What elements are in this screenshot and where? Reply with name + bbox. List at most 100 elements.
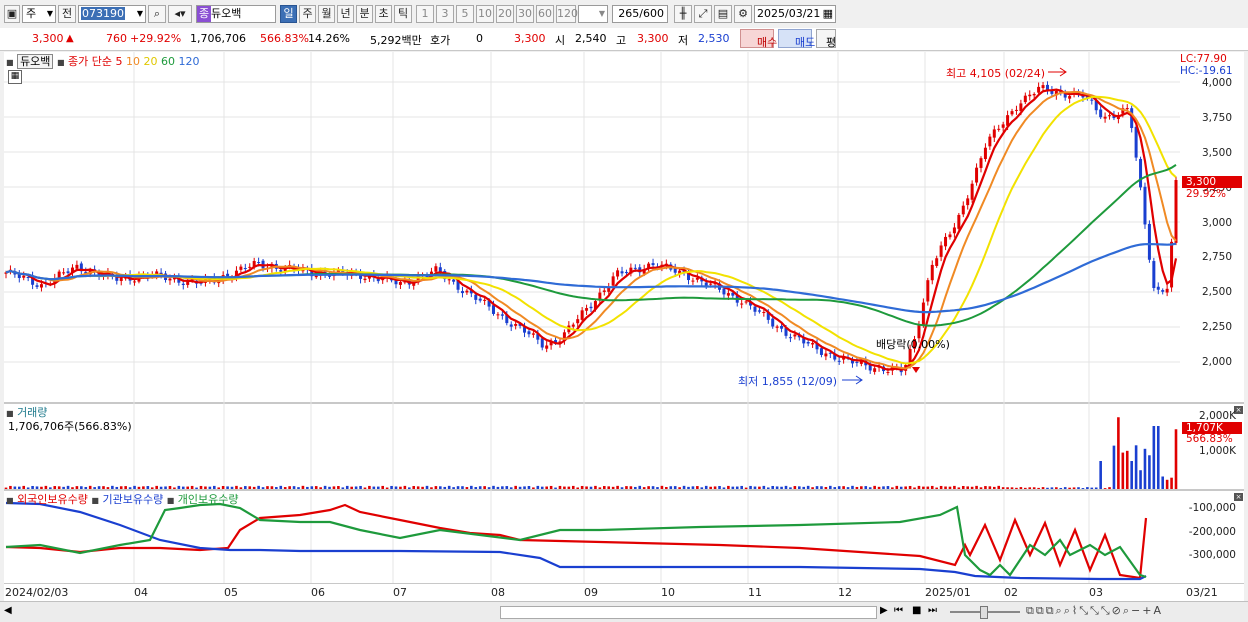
legend-ma60[interactable]: 60 (161, 55, 175, 68)
volume-bar (270, 486, 274, 489)
candle-body (119, 277, 123, 281)
volume-bar (407, 487, 411, 489)
scroll-thumb[interactable] (500, 606, 877, 619)
candle-body (26, 277, 30, 279)
high-annotation: 최고 4,105 (02/24) (946, 67, 1046, 80)
volume-bar (49, 487, 52, 489)
legend-stock-name[interactable]: 듀오백 (17, 54, 54, 69)
volume-bar (425, 485, 429, 489)
volume-bar (762, 485, 766, 489)
candle-body (248, 266, 252, 268)
candle-body (168, 278, 172, 281)
volume-bar (57, 486, 61, 489)
candle-body (1028, 94, 1032, 97)
volume-bar (1134, 445, 1138, 489)
volume-bar (244, 486, 247, 489)
legend-ma20[interactable]: 20 (143, 55, 157, 68)
volume-bar (567, 486, 571, 489)
volume-bar (1152, 426, 1156, 489)
low-annotation: 최저 1,855 (12/09) (738, 375, 838, 388)
candle-body (509, 324, 513, 327)
legend-individual[interactable]: 개인보유수량 (178, 493, 239, 506)
volume-bar (660, 485, 664, 489)
volume-bar (88, 485, 92, 489)
scroll-right-icon[interactable]: ▶ (880, 605, 888, 616)
zoom-slider-thumb[interactable] (980, 606, 988, 619)
table-toggle-icon[interactable]: ▦ (8, 70, 22, 84)
volume-bar (979, 487, 983, 489)
candle-body (780, 325, 784, 329)
legend-institution[interactable]: 기관보유수량 (102, 493, 163, 506)
scroll-left-icon[interactable]: ◀ (4, 605, 12, 616)
candle-body (1134, 126, 1138, 158)
volume-bar (1143, 448, 1147, 489)
volume-bar (394, 486, 398, 489)
candle-body (886, 371, 890, 373)
volume-bar (713, 486, 717, 489)
dividend-marker (912, 367, 920, 373)
candle-body (1014, 109, 1018, 111)
candle-body (1139, 158, 1143, 188)
legend-bullet-icon: ■ (91, 496, 99, 505)
volume-bar (111, 485, 114, 489)
volume-bar (1068, 487, 1071, 489)
candle-body (624, 271, 628, 273)
candle-body (1023, 95, 1027, 103)
lc-readout: LC:77.90 (1180, 53, 1227, 65)
candle-body (952, 227, 956, 234)
volume-bar (150, 487, 154, 489)
candle-body (1147, 223, 1151, 260)
volume-bar (1165, 479, 1169, 489)
volume-bar (744, 487, 748, 489)
candle-body (970, 183, 974, 200)
volume-bar (988, 486, 992, 489)
fast-forward-icon[interactable]: ⏭ (928, 605, 937, 616)
volume-bar (155, 485, 158, 489)
legend-ma-type[interactable]: 종가 단순 (68, 55, 112, 68)
legend-ma120[interactable]: 120 (178, 55, 199, 68)
legend-bullet-icon: ■ (166, 496, 175, 505)
volume-bar (815, 486, 819, 489)
rewind-icon[interactable]: ⏮ (894, 605, 903, 616)
close-icon[interactable]: × (1234, 493, 1243, 501)
volume-bar (1148, 455, 1151, 489)
candle-body (983, 147, 987, 160)
candle-body (589, 306, 593, 309)
y-tick: -200,000 (1188, 526, 1236, 538)
candle-body (580, 310, 584, 320)
candle-body (997, 128, 1001, 130)
volume-bar (554, 487, 557, 489)
volume-bar (864, 486, 868, 489)
candle-body (66, 271, 70, 274)
candle-body (75, 264, 79, 269)
chart-tools-icons[interactable]: ⧉⧉⧉⌕⌕⌇⤡⤡⤡⊘⌕−+A (1026, 604, 1163, 618)
volume-bar (40, 486, 43, 489)
volume-bar (337, 486, 340, 489)
stop-icon[interactable]: ■ (912, 605, 921, 616)
volume-bar (465, 487, 469, 489)
y-tick: 2,500 (1201, 286, 1232, 298)
volume-bar (580, 485, 584, 489)
volume-bar (855, 486, 859, 489)
volume-bar (1170, 477, 1173, 489)
current-pct-tag: 29.92% (1186, 188, 1227, 200)
volume-bar (656, 487, 659, 489)
bottom-scrollbar[interactable]: ◀ ▶ ⏮ ■ ⏭ ⧉⧉⧉⌕⌕⌇⤡⤡⤡⊘⌕−+A (0, 601, 1248, 622)
volume-bar (784, 485, 788, 489)
volume-bar (416, 486, 420, 489)
volume-bar (275, 487, 278, 489)
volume-bar (26, 487, 30, 489)
volume-bar (492, 485, 495, 489)
chart-canvas[interactable] (0, 0, 1248, 621)
volume-bar (137, 486, 141, 489)
candle-body (1125, 108, 1129, 110)
legend-foreign[interactable]: 외국인보유수량 (17, 493, 88, 506)
volume-bar (22, 485, 26, 489)
legend-ma10[interactable]: 10 (126, 55, 140, 68)
candle-body (527, 331, 531, 335)
volume-bar (957, 487, 961, 489)
volume-bar (970, 486, 974, 489)
candle-body (39, 284, 43, 288)
volume-bar (589, 486, 593, 489)
legend-ma5[interactable]: 5 (115, 55, 122, 68)
